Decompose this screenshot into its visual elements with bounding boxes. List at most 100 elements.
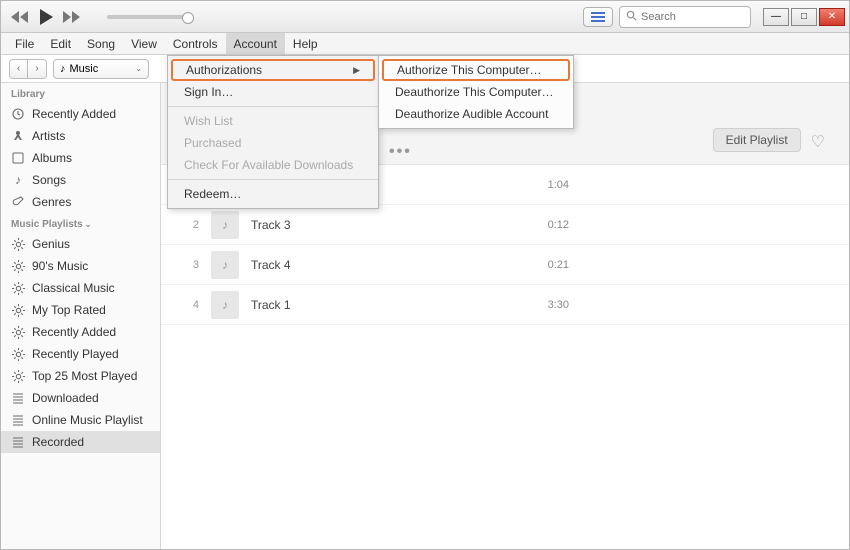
forward-button[interactable]: › [28, 60, 46, 78]
track-art-icon: ♪ [211, 211, 239, 239]
menu-bar: File Edit Song View Controls Account Hel… [1, 33, 849, 55]
sidebar-playlists-header[interactable]: Music Playlists⌄ [1, 213, 160, 233]
track-art-icon: ♪ [211, 291, 239, 319]
gear-icon [11, 260, 25, 273]
sidebar-item-label: Downloaded [32, 391, 99, 405]
submenu-deauthorize[interactable]: Deauthorize This Computer… [379, 81, 573, 103]
menu-separator [168, 179, 378, 180]
window-controls: — □ ✕ [763, 8, 845, 26]
playback-controls [11, 8, 189, 26]
sidebar-playlist-toprated[interactable]: My Top Rated [1, 299, 160, 321]
sidebar-item-label: Classical Music [32, 281, 115, 295]
gear-icon [11, 282, 25, 295]
search-field[interactable] [619, 6, 751, 28]
track-name: Track 1 [251, 298, 521, 312]
sidebar-recently-added[interactable]: Recently Added [1, 103, 160, 125]
gear-icon [11, 304, 25, 317]
menu-authorizations[interactable]: Authorizations ▶ [171, 59, 375, 81]
menu-song[interactable]: Song [79, 33, 123, 54]
chevron-down-icon: ⌄ [135, 64, 142, 73]
menu-edit[interactable]: Edit [42, 33, 79, 54]
sidebar-item-label: My Top Rated [32, 303, 106, 317]
track-number: 4 [181, 299, 199, 311]
sidebar-playlist-recentplay[interactable]: Recently Played [1, 343, 160, 365]
track-time: 0:12 [521, 219, 569, 231]
track-time: 1:04 [521, 179, 569, 191]
menu-purchased: Purchased [168, 132, 378, 154]
sidebar-library-header: Library [1, 83, 160, 103]
minimize-button[interactable]: — [763, 8, 789, 26]
edit-playlist-button[interactable]: Edit Playlist [713, 128, 801, 152]
sidebar-playlist-top25[interactable]: Top 25 Most Played [1, 365, 160, 387]
music-note-icon: ♪ [60, 63, 66, 75]
maximize-button[interactable]: □ [791, 8, 817, 26]
submenu-authorize[interactable]: Authorize This Computer… [382, 59, 570, 81]
submenu-deauth-audible[interactable]: Deauthorize Audible Account [379, 103, 573, 125]
sidebar-item-label: Albums [32, 151, 72, 165]
menu-help[interactable]: Help [285, 33, 326, 54]
list-icon [11, 414, 25, 426]
sidebar-playlist-genius[interactable]: Genius [1, 233, 160, 255]
sidebar-item-label: Songs [32, 173, 66, 187]
sidebar-item-label: Artists [32, 129, 65, 143]
account-dropdown: Authorizations ▶ Sign In… Wish List Purc… [167, 55, 379, 209]
gear-icon [11, 348, 25, 361]
sidebar-songs[interactable]: ♪ Songs [1, 169, 160, 191]
track-list: 1 ♪ Track 2 1:04 2 ♪ Track 3 0:12 3 ♪ Tr… [161, 165, 849, 549]
category-selector[interactable]: ♪ Music ⌄ [53, 59, 149, 79]
sidebar-artists[interactable]: Artists [1, 125, 160, 147]
progress-slider[interactable] [107, 15, 189, 19]
main-body: Library Recently Added Artists Albums ♪ … [1, 83, 849, 549]
sidebar-playlist-downloaded[interactable]: Downloaded [1, 387, 160, 409]
search-icon [626, 8, 637, 26]
sidebar-item-label: Recently Played [32, 347, 119, 361]
track-name: Track 4 [251, 258, 521, 272]
sidebar-item-label: Online Music Playlist [32, 413, 143, 427]
favorite-icon[interactable]: ♡ [811, 132, 825, 152]
track-row[interactable]: 2 ♪ Track 3 0:12 [161, 205, 849, 245]
menu-account[interactable]: Account [226, 33, 285, 54]
list-icon [11, 392, 25, 404]
menu-separator [168, 106, 378, 107]
track-row[interactable]: 3 ♪ Track 4 0:21 [161, 245, 849, 285]
menu-file[interactable]: File [7, 33, 42, 54]
menu-redeem[interactable]: Redeem… [168, 183, 378, 205]
sidebar-item-label: 90's Music [32, 259, 88, 273]
gear-icon [11, 326, 25, 339]
title-bar: — □ ✕ [1, 1, 849, 33]
sidebar-genres[interactable]: Genres [1, 191, 160, 213]
search-input[interactable] [641, 11, 744, 23]
track-row[interactable]: 4 ♪ Track 1 3:30 [161, 285, 849, 325]
menu-controls[interactable]: Controls [165, 33, 226, 54]
chevron-down-icon: ⌄ [85, 220, 92, 229]
sidebar-item-label: Genius [32, 237, 70, 251]
nav-buttons: ‹ › [9, 59, 47, 79]
more-options-icon[interactable]: ••• [389, 143, 412, 161]
submenu-arrow-icon: ▶ [353, 65, 360, 76]
play-button[interactable] [37, 8, 55, 26]
gear-icon [11, 238, 25, 251]
guitar-icon [11, 196, 25, 208]
sidebar-albums[interactable]: Albums [1, 147, 160, 169]
close-button[interactable]: ✕ [819, 8, 845, 26]
sidebar-item-label: Recently Added [32, 107, 116, 121]
menu-sign-in[interactable]: Sign In… [168, 81, 378, 103]
back-button[interactable]: ‹ [10, 60, 28, 78]
next-button[interactable] [63, 11, 81, 23]
sidebar-item-label: Genres [32, 195, 71, 209]
sidebar-playlist-classical[interactable]: Classical Music [1, 277, 160, 299]
authorizations-submenu: Authorize This Computer… Deauthorize Thi… [378, 55, 574, 129]
track-number: 2 [181, 219, 199, 231]
list-view-button[interactable] [583, 7, 613, 27]
sidebar-playlist-online[interactable]: Online Music Playlist [1, 409, 160, 431]
previous-button[interactable] [11, 11, 29, 23]
sidebar-item-label: Top 25 Most Played [32, 369, 137, 383]
menu-authorizations-label: Authorizations [186, 63, 262, 77]
sidebar-playlist-recentadd[interactable]: Recently Added [1, 321, 160, 343]
gear-icon [11, 370, 25, 383]
list-icon [11, 436, 25, 448]
menu-view[interactable]: View [123, 33, 165, 54]
sidebar-playlist-90s[interactable]: 90's Music [1, 255, 160, 277]
sidebar-playlist-recorded[interactable]: Recorded [1, 431, 160, 453]
category-label: Music [70, 63, 99, 75]
